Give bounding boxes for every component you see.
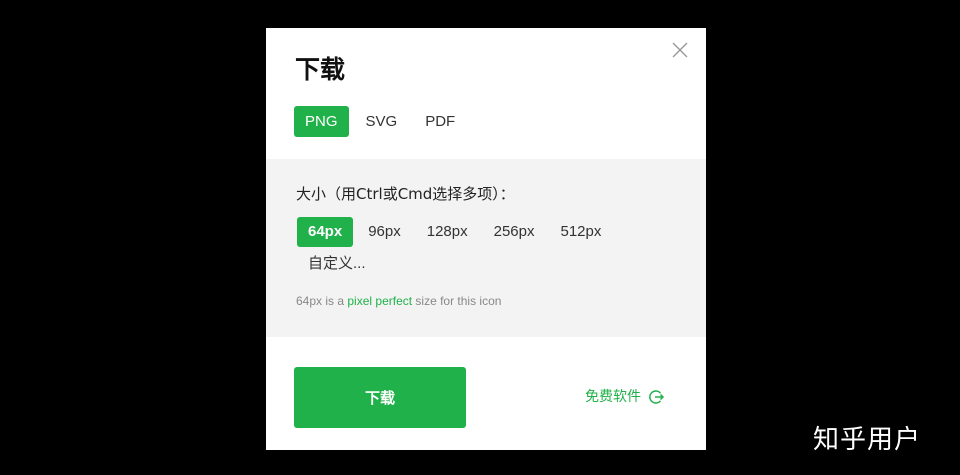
size-options: 64px 96px 128px 256px 512px 自定义... xyxy=(297,217,677,279)
size-option-512px[interactable]: 512px xyxy=(549,217,612,247)
dialog-title: 下载 xyxy=(295,55,346,84)
free-software-link[interactable]: 免费软件 xyxy=(585,387,665,407)
size-note-prefix: 64px is a xyxy=(296,294,348,308)
size-option-custom[interactable]: 自定义... xyxy=(297,249,377,279)
format-tab-svg[interactable]: SVG xyxy=(355,106,409,137)
format-tab-png[interactable]: PNG xyxy=(294,106,349,137)
size-note: 64px is a pixel perfect size for this ic… xyxy=(296,293,501,309)
close-icon[interactable] xyxy=(670,40,690,60)
size-panel: 大小（用Ctrl或Cmd选择多项）： 64px 96px 128px 256px… xyxy=(266,159,706,337)
pixel-perfect-link[interactable]: pixel perfect xyxy=(347,294,412,308)
free-software-label: 免费软件 xyxy=(585,389,641,405)
format-tab-pdf[interactable]: PDF xyxy=(414,106,466,137)
size-option-128px[interactable]: 128px xyxy=(416,217,479,247)
format-tabs: PNG SVG PDF xyxy=(294,106,466,137)
external-arrow-icon xyxy=(649,390,665,404)
size-option-96px[interactable]: 96px xyxy=(357,217,412,247)
size-option-256px[interactable]: 256px xyxy=(483,217,546,247)
size-label: 大小（用Ctrl或Cmd选择多项）： xyxy=(296,185,515,203)
download-button[interactable]: 下载 xyxy=(294,367,466,428)
size-option-64px[interactable]: 64px xyxy=(297,217,354,247)
watermark: 知乎用户 xyxy=(813,425,922,455)
download-dialog: 下载 PNG SVG PDF 大小（用Ctrl或Cmd选择多项）： 64px 9… xyxy=(266,28,706,450)
size-note-suffix: size for this icon xyxy=(412,294,502,308)
